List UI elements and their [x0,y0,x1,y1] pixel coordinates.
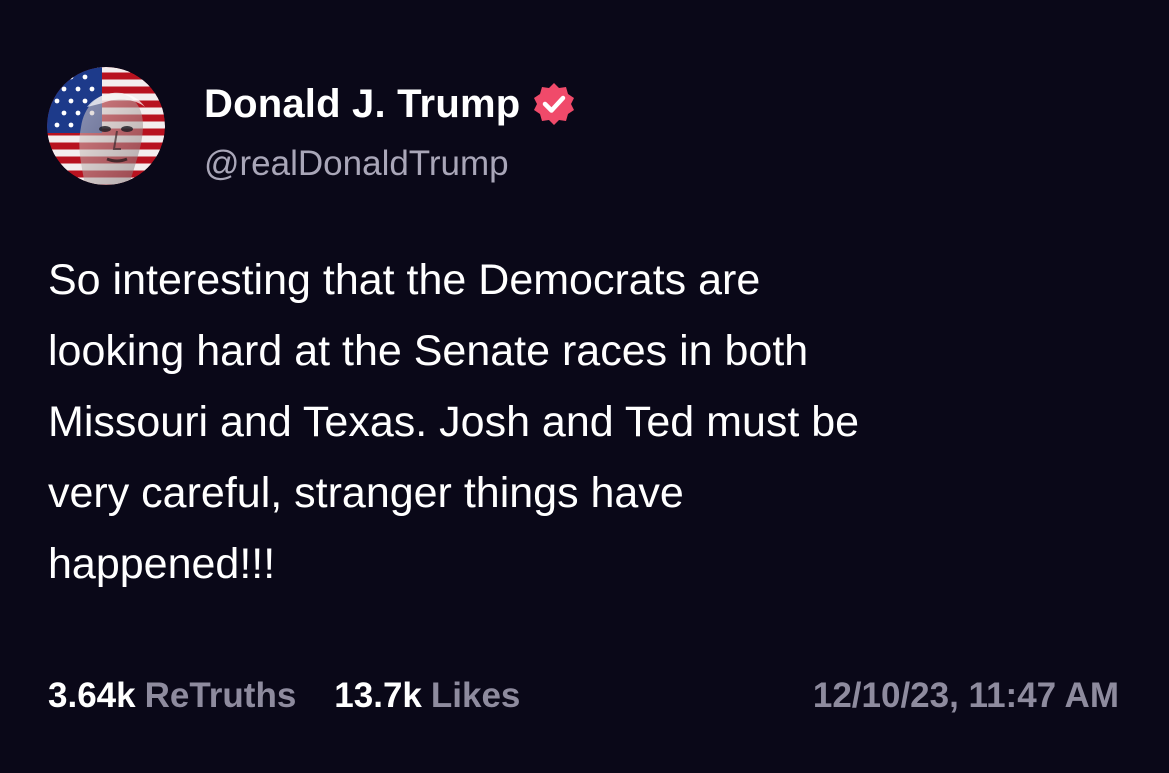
post-stats: 3.64k ReTruths 13.7k Likes [48,674,558,718]
author-handle[interactable]: @realDonaldTrump [204,143,509,185]
retruths-label: ReTruths [144,676,297,715]
post-text-line: very careful, stranger things have [48,469,684,517]
post-text-line: Missouri and Texas. Josh and Ted must be [48,398,860,446]
likes-label: Likes [430,676,521,715]
post-text-line: So interesting that the Democrats are [48,256,761,304]
retruths-count: 3.64k [48,676,136,715]
verified-badge-icon [534,83,575,125]
avatar[interactable] [47,67,165,185]
post-text-line: looking hard at the Senate races in both [48,327,809,375]
likes-stat[interactable]: 13.7k Likes [334,674,520,718]
post-timestamp[interactable]: 12/10/23, 11:47 AM [813,674,1119,718]
retruths-stat[interactable]: 3.64k ReTruths [48,674,296,718]
likes-count: 13.7k [334,676,422,715]
truth-post-card: Donald J. Trump @realDonaldTrump So inte… [0,0,1169,773]
author-name-row: Donald J. Trump [204,80,578,128]
author-display-name[interactable]: Donald J. Trump [204,80,520,128]
post-text: So interesting that the Democrats are lo… [48,245,1108,600]
avatar-portrait-flag-icon [47,67,165,185]
post-text-line: happened!!! [48,540,276,588]
